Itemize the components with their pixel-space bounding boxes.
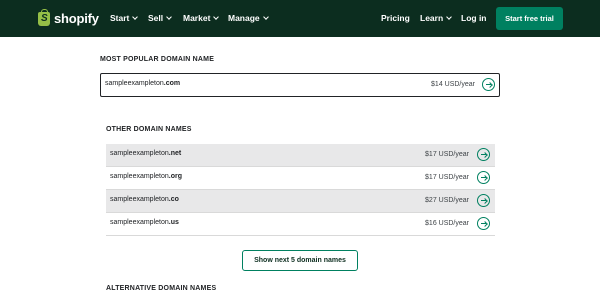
arrow-right-circle-icon[interactable]	[482, 78, 495, 91]
arrow-right-circle-icon[interactable]	[477, 148, 490, 161]
shopify-logo[interactable]: S shopify	[38, 8, 99, 26]
domain-price: $16 USD/year	[425, 220, 469, 227]
logo-text: shopify	[54, 11, 99, 26]
chevron-down-icon	[262, 13, 269, 20]
nav-label: Pricing	[381, 13, 410, 23]
shopify-logo-icon: S	[38, 8, 50, 26]
domain-price: $14 USD/year	[431, 81, 475, 88]
featured-domain-row[interactable]: sampleexampleton.com $14 USD/year	[100, 73, 500, 97]
arrow-right-circle-icon[interactable]	[477, 171, 490, 184]
nav-item-market[interactable]: Market	[183, 13, 220, 23]
arrow-right-circle-icon[interactable]	[477, 194, 490, 207]
nav-pricing-link[interactable]: Pricing	[381, 13, 410, 23]
chevron-down-icon	[166, 13, 172, 20]
domain-row[interactable]: sampleexampleton.co $27 USD/year	[106, 190, 495, 213]
nav-label: Learn	[420, 13, 444, 23]
nav-item-sell[interactable]: Sell	[148, 13, 172, 23]
nav-label: Start	[110, 13, 130, 23]
domain-name: sampleexampleton.us	[110, 219, 179, 226]
domain-price: $27 USD/year	[425, 197, 469, 204]
nav-label: Log in	[461, 13, 487, 23]
domain-name: sampleexampleton.com	[105, 80, 181, 87]
domain-row[interactable]: sampleexampleton.us $16 USD/year	[106, 213, 495, 236]
domain-name: sampleexampleton.co	[110, 196, 179, 203]
domain-price: $17 USD/year	[425, 174, 469, 181]
domain-name: sampleexampleton.org	[110, 173, 182, 180]
other-heading: OTHER DOMAIN NAMES	[106, 126, 192, 133]
domain-price: $17 USD/year	[425, 151, 469, 158]
alternative-heading: ALTERNATIVE DOMAIN NAMES	[106, 285, 217, 292]
arrow-right-circle-icon[interactable]	[477, 217, 490, 230]
nav-item-learn[interactable]: Learn	[420, 13, 452, 23]
chevron-down-icon	[213, 13, 220, 20]
chevron-down-icon	[132, 13, 139, 20]
nav-item-manage[interactable]: Manage	[228, 13, 269, 23]
nav-item-start[interactable]: Start	[110, 13, 139, 23]
domain-row[interactable]: sampleexampleton.net $17 USD/year	[106, 144, 495, 167]
top-nav: S shopify Start Sell Market Manage Prici…	[0, 0, 600, 37]
chevron-down-icon	[446, 13, 452, 20]
nav-label: Market	[183, 13, 211, 23]
start-free-trial-button[interactable]: Start free trial	[496, 7, 563, 30]
popular-heading: MOST POPULAR DOMAIN NAME	[100, 56, 215, 63]
nav-label: Manage	[228, 13, 260, 23]
login-link[interactable]: Log in	[461, 13, 487, 23]
nav-label: Sell	[148, 13, 164, 23]
domain-name: sampleexampleton.net	[110, 150, 182, 157]
show-more-button[interactable]: Show next 5 domain names	[242, 250, 358, 271]
domain-row[interactable]: sampleexampleton.org $17 USD/year	[106, 167, 495, 190]
